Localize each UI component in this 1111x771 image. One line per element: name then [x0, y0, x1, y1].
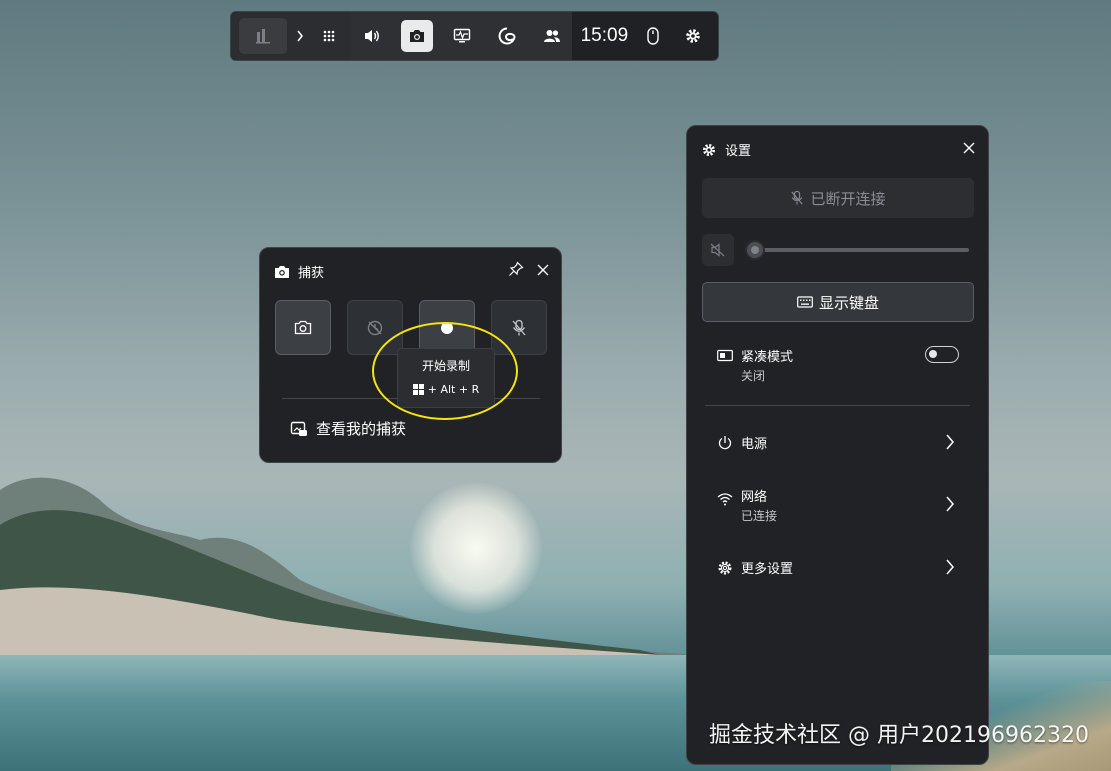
- show-keyboard-button[interactable]: 显示键盘: [702, 282, 974, 322]
- screenshot-button[interactable]: [275, 300, 331, 355]
- settings-widget: 设置 已断开连接 显示键盘 紧凑模式 关闭 电源 网络 已连接 更多设置: [686, 125, 989, 765]
- camera-icon[interactable]: [400, 20, 433, 52]
- record-last-icon: [367, 320, 383, 335]
- keyboard-icon: [797, 296, 813, 308]
- power-label: 电源: [741, 437, 768, 452]
- mute-button[interactable]: [702, 234, 734, 266]
- speaker-muted-icon: [710, 243, 725, 257]
- camera-icon: [294, 320, 312, 335]
- settings-header: 设置: [701, 140, 751, 159]
- settings-title: 设置: [725, 144, 752, 159]
- close-icon[interactable]: [535, 262, 551, 278]
- wallpaper-hills: [0, 477, 720, 670]
- compact-mode-icon: [717, 349, 733, 362]
- settings-divider: [705, 405, 970, 406]
- view-captures-link[interactable]: 查看我的捕获: [290, 418, 406, 439]
- game-bar-top: 15:09: [230, 11, 719, 61]
- gear-icon: [702, 143, 716, 156]
- gallery-icon: [290, 421, 307, 436]
- watermark: 掘金技术社区 @ 用户202196962320: [709, 723, 1089, 748]
- view-captures-label: 查看我的捕获: [316, 420, 407, 438]
- topbar-left-group: [231, 12, 351, 60]
- performance-icon[interactable]: [446, 20, 478, 52]
- compact-mode-toggle[interactable]: [925, 346, 959, 363]
- compact-mode-row: 紧凑模式 关闭: [717, 346, 793, 384]
- power-row[interactable]: 电源: [717, 433, 767, 452]
- edge-icon[interactable]: [491, 20, 523, 52]
- disconnected-button[interactable]: 已断开连接: [702, 178, 974, 218]
- topbar-right-group: 15:09: [572, 12, 718, 60]
- highlight-circle: [372, 322, 518, 420]
- xbox-social-icon[interactable]: [536, 20, 568, 52]
- compact-mode-status: 关闭: [741, 369, 766, 383]
- gear-icon: [718, 561, 732, 574]
- topbar-widgets-group: [351, 12, 572, 60]
- chevron-right-icon[interactable]: [287, 20, 313, 52]
- chevron-right-icon[interactable]: [945, 496, 955, 512]
- mouse-icon[interactable]: [637, 20, 669, 52]
- volume-slider-thumb[interactable]: [745, 240, 765, 260]
- widget-menu-icon[interactable]: [313, 20, 345, 52]
- camera-icon: [275, 265, 289, 278]
- volume-icon[interactable]: [356, 20, 388, 52]
- chevron-right-icon[interactable]: [945, 559, 955, 575]
- chevron-right-icon[interactable]: [945, 434, 955, 450]
- network-text: 网络 已连接: [741, 486, 777, 524]
- more-settings-label: 更多设置: [741, 562, 794, 577]
- clock: 15:09: [580, 25, 629, 46]
- network-row[interactable]: 网络 已连接: [717, 486, 777, 524]
- pin-icon[interactable]: [508, 261, 524, 277]
- microphone-off-icon: [512, 319, 526, 335]
- show-keyboard-label: 显示键盘: [818, 293, 879, 312]
- wifi-icon: [717, 493, 733, 506]
- compact-mode-label: 紧凑模式: [741, 350, 794, 365]
- power-icon: [718, 435, 732, 449]
- more-settings-row[interactable]: 更多设置: [717, 558, 793, 577]
- disconnected-label: 已断开连接: [810, 189, 886, 208]
- capture-title: 捕获: [298, 266, 325, 281]
- game-logo-icon[interactable]: [239, 18, 287, 54]
- volume-slider-track[interactable]: [753, 248, 969, 252]
- network-label: 网络: [741, 490, 768, 505]
- close-icon[interactable]: [961, 140, 977, 156]
- gear-icon[interactable]: [677, 20, 709, 52]
- network-status: 已连接: [741, 509, 778, 523]
- microphone-off-icon: [791, 190, 804, 205]
- capture-header: 捕获: [274, 262, 324, 281]
- compact-mode-text: 紧凑模式 关闭: [741, 346, 793, 384]
